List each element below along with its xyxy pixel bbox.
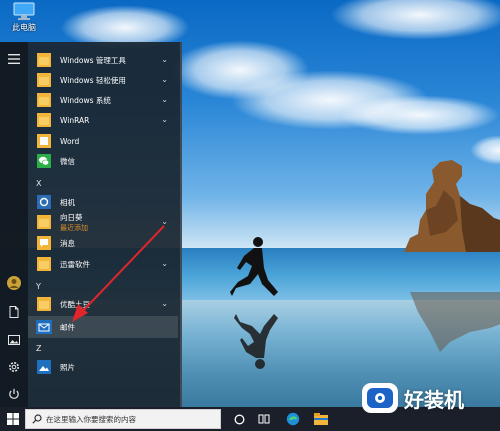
pictures-icon[interactable] [7, 333, 21, 347]
app-item-camera[interactable]: 相机 [28, 192, 178, 212]
app-item-label: 微信 [60, 156, 75, 166]
user-avatar-icon[interactable] [7, 276, 21, 290]
chevron-down-icon: ⌄ [161, 75, 168, 84]
app-list-scrollbar[interactable] [180, 42, 182, 407]
desktop-icon-this-pc[interactable]: 此电脑 [6, 2, 42, 33]
watermark-badge-icon [362, 383, 398, 413]
group-letter-y[interactable]: Y [36, 282, 41, 291]
edge-browser-icon [286, 412, 300, 426]
chevron-down-icon: ⌄ [161, 95, 168, 104]
folder-icon [36, 52, 52, 68]
app-item-label: WinRAR [60, 115, 90, 125]
rock-formation [404, 160, 500, 252]
app-item-label: 照片 [60, 362, 75, 372]
message-icon [36, 235, 52, 251]
chevron-down-icon: ⌄ [161, 217, 168, 226]
file-explorer-icon [314, 413, 328, 425]
app-item-xunlei[interactable]: 迅雷软件 ⌄ [28, 254, 178, 274]
watermark-text: 好装机 [404, 387, 464, 412]
start-rail [0, 42, 28, 407]
app-item-photos[interactable]: 照片 [28, 357, 178, 377]
app-item-wechat[interactable]: 微信 [28, 151, 178, 171]
runner-silhouette [230, 237, 278, 296]
watermark-logo: 好装机 [360, 378, 500, 418]
app-item-windows-ease-of-access[interactable]: Windows 轻松使用 ⌄ [28, 70, 178, 90]
app-item-label: Windows 系统 [60, 95, 111, 105]
document-icon[interactable] [7, 305, 21, 319]
app-item-messages[interactable]: 消息 [28, 233, 178, 253]
mail-icon [36, 319, 52, 335]
app-item-label: Windows 轻松使用 [60, 75, 126, 85]
app-item-label: Windows 管理工具 [60, 55, 126, 65]
desktop-icon-label: 此电脑 [12, 23, 36, 32]
start-app-list: Windows 管理工具 ⌄ Windows 轻松使用 ⌄ Windows 系统… [28, 42, 182, 407]
task-view-button[interactable] [253, 407, 275, 431]
folder-icon [36, 112, 52, 128]
app-item-windows-system[interactable]: Windows 系统 ⌄ [28, 90, 178, 110]
hamburger-icon[interactable] [7, 52, 21, 66]
app-item-label: 相机 [60, 197, 75, 207]
chevron-down-icon: ⌄ [161, 55, 168, 64]
search-placeholder: 在这里输入你要搜索的内容 [46, 414, 136, 424]
camera-icon [36, 194, 52, 210]
settings-gear-icon[interactable] [7, 360, 21, 374]
folder-icon [36, 72, 52, 88]
cortana-button[interactable] [228, 407, 250, 431]
app-item-label: 优酷土豆 [60, 299, 90, 309]
app-item-label: 向日葵 最近添加 [60, 212, 88, 232]
taskbar-file-explorer-button[interactable] [310, 407, 332, 431]
app-item-word[interactable]: Word [28, 131, 178, 151]
folder-icon [36, 92, 52, 108]
search-icon [32, 414, 42, 424]
cortana-circle-icon [234, 414, 244, 424]
folder-icon [36, 214, 52, 230]
chevron-down-icon: ⌄ [161, 259, 168, 268]
start-button[interactable] [0, 407, 25, 431]
power-icon[interactable] [7, 387, 21, 401]
windows-logo-icon [6, 413, 19, 425]
app-item-sunflower[interactable]: 向日葵 最近添加 ⌄ [28, 212, 178, 232]
group-letter-x[interactable]: X [36, 179, 41, 188]
app-item-mail[interactable]: 邮件 [28, 316, 178, 338]
app-item-label: 消息 [60, 238, 75, 248]
wechat-icon [36, 153, 52, 169]
app-item-label: 邮件 [60, 322, 75, 332]
task-view-icon [258, 414, 270, 424]
computer-icon [13, 2, 35, 20]
app-item-label: Word [60, 136, 80, 146]
word-icon [36, 133, 52, 149]
taskbar-edge-button[interactable] [282, 407, 304, 431]
chevron-down-icon: ⌄ [161, 299, 168, 308]
rock-reflection [410, 292, 500, 352]
photos-icon [36, 359, 52, 375]
recently-added-label: 最近添加 [60, 223, 88, 232]
folder-icon [36, 296, 52, 312]
app-item-label: 迅雷软件 [60, 259, 90, 269]
runner-reflection [234, 314, 278, 369]
chevron-down-icon: ⌄ [161, 115, 168, 124]
taskbar-search-box[interactable]: 在这里输入你要搜索的内容 [25, 409, 221, 429]
app-item-youku[interactable]: 优酷土豆 ⌄ [28, 294, 178, 314]
app-item-winrar[interactable]: WinRAR ⌄ [28, 110, 178, 130]
folder-icon [36, 256, 52, 272]
app-item-windows-admin-tools[interactable]: Windows 管理工具 ⌄ [28, 50, 178, 70]
group-letter-z[interactable]: Z [36, 344, 41, 353]
wallpaper-cloud [340, 95, 500, 135]
start-menu: Windows 管理工具 ⌄ Windows 轻松使用 ⌄ Windows 系统… [0, 42, 182, 407]
